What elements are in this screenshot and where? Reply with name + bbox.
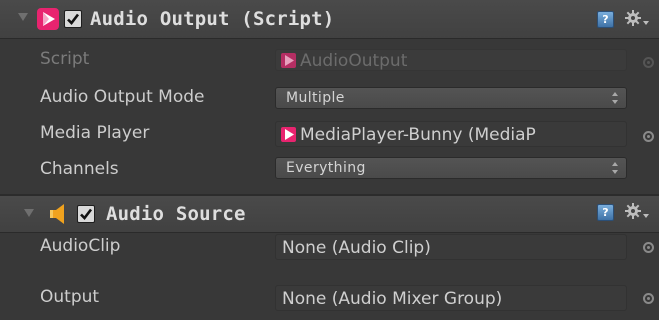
output-label: Output xyxy=(40,287,100,307)
audioclip-label: AudioClip xyxy=(40,236,121,256)
audio-source-header[interactable]: Audio Source ? xyxy=(0,196,659,233)
component-title: Audio Source xyxy=(106,203,246,225)
gear-icon[interactable] xyxy=(624,202,650,222)
channels-label: Channels xyxy=(40,159,119,179)
output-row: Output None (Audio Mixer Group) xyxy=(0,284,659,316)
updown-arrows-icon xyxy=(612,92,618,104)
script-file-icon xyxy=(281,53,296,68)
audioclip-value: None (Audio Clip) xyxy=(282,238,431,258)
updown-arrows-icon xyxy=(612,162,618,174)
foldout-arrow-icon[interactable] xyxy=(18,13,28,21)
output-field[interactable]: None (Audio Mixer Group) xyxy=(275,285,627,311)
audioclip-row: AudioClip None (Audio Clip) xyxy=(0,232,659,264)
media-player-icon xyxy=(281,127,296,142)
audio-output-mode-value: Multiple xyxy=(286,90,345,106)
avpro-media-icon xyxy=(37,8,59,30)
audioclip-field[interactable]: None (Audio Clip) xyxy=(275,234,627,260)
media-player-value: MediaPlayer-Bunny (MediaP xyxy=(300,125,536,145)
help-icon[interactable]: ? xyxy=(597,204,614,221)
media-player-label: Media Player xyxy=(40,123,150,143)
foldout-arrow-icon[interactable] xyxy=(24,209,34,217)
script-row: Script AudioOutput xyxy=(0,46,659,74)
enabled-checkbox[interactable] xyxy=(77,205,95,223)
output-value: None (Audio Mixer Group) xyxy=(282,289,503,309)
audio-output-mode-label: Audio Output Mode xyxy=(40,87,205,107)
audio-output-mode-dropdown[interactable]: Multiple xyxy=(275,87,627,109)
script-field: AudioOutput xyxy=(275,49,627,71)
object-picker-icon[interactable] xyxy=(643,242,654,253)
audio-output-header[interactable]: Audio Output (Script) ? xyxy=(0,0,659,39)
media-player-row: Media Player MediaPlayer-Bunny (MediaP xyxy=(0,118,659,147)
gear-icon[interactable] xyxy=(624,9,650,29)
object-picker-icon[interactable] xyxy=(643,131,654,142)
script-value: AudioOutput xyxy=(300,51,408,71)
audio-output-mode-row: Audio Output Mode Multiple xyxy=(0,84,659,112)
component-title: Audio Output (Script) xyxy=(90,8,335,30)
help-icon[interactable]: ? xyxy=(597,11,614,28)
channels-dropdown[interactable]: Everything xyxy=(275,157,627,179)
channels-row: Channels Everything xyxy=(0,156,659,184)
object-picker-icon[interactable] xyxy=(643,293,654,304)
speaker-icon xyxy=(50,204,64,224)
script-label: Script xyxy=(40,49,90,69)
checkmark-icon xyxy=(67,13,80,25)
object-picker-icon xyxy=(643,57,654,68)
channels-value: Everything xyxy=(286,160,366,176)
media-player-field[interactable]: MediaPlayer-Bunny (MediaP xyxy=(275,121,627,147)
enabled-checkbox[interactable] xyxy=(64,10,82,28)
checkmark-icon xyxy=(80,208,93,220)
